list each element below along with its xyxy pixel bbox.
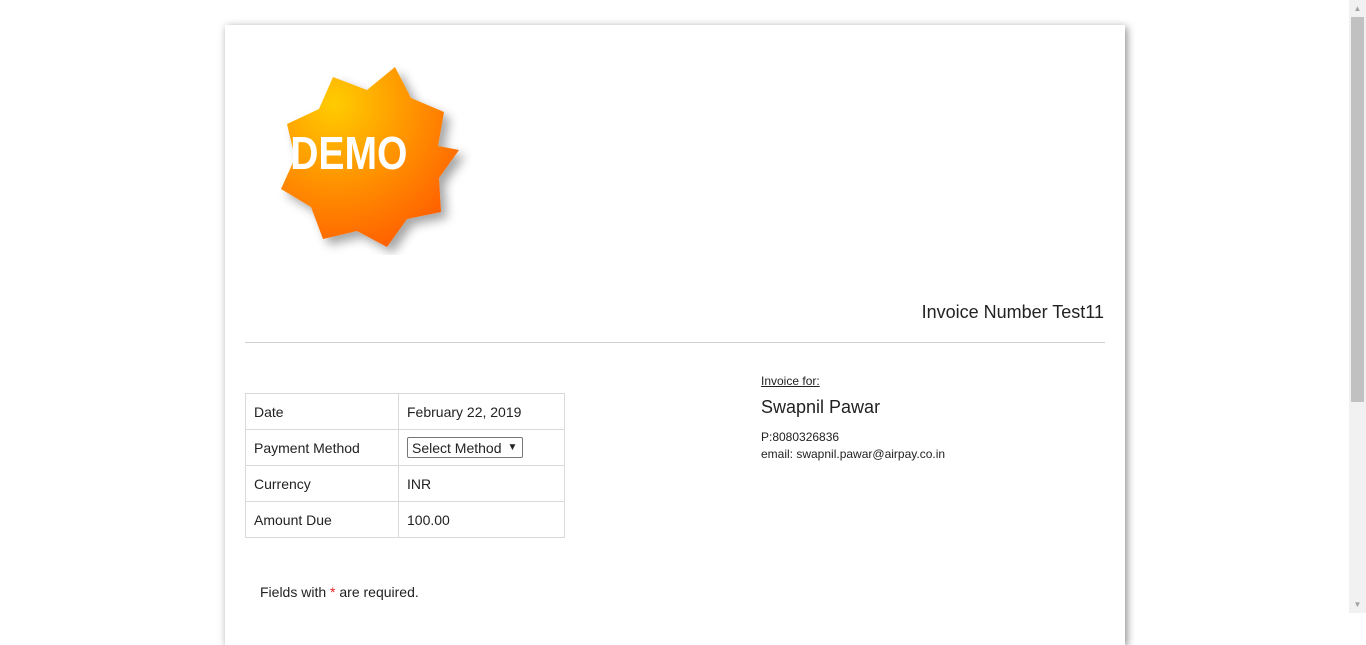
- invoice-number: Invoice Number Test11: [921, 302, 1104, 322]
- header-divider: [245, 342, 1105, 343]
- amount-due-value: 100.00: [398, 501, 565, 538]
- payment-method-selected: Select Method: [412, 439, 502, 456]
- amount-due-label: Amount Due: [245, 501, 399, 538]
- required-note-suffix: are required.: [335, 584, 419, 600]
- required-note-prefix: Fields with: [260, 584, 331, 600]
- invoice-page: DEMO Invoice Number Test11 Date February…: [225, 25, 1125, 645]
- table-row: Currency INR: [245, 465, 565, 502]
- table-row: Payment Method Select Method ▼: [245, 429, 565, 466]
- demo-logo: DEMO: [263, 55, 483, 255]
- payment-method-label: Payment Method: [245, 429, 399, 466]
- date-value: February 22, 2019: [398, 393, 565, 430]
- demo-logo-text: DEMO: [290, 128, 407, 180]
- scroll-down-icon[interactable]: ▼: [1349, 596, 1366, 613]
- payment-method-cell: Select Method ▼: [398, 429, 565, 466]
- scrollbar-thumb[interactable]: [1351, 17, 1364, 402]
- customer-name: Swapnil Pawar: [761, 397, 881, 417]
- customer-phone: P:8080326836: [761, 430, 840, 444]
- date-label: Date: [245, 393, 399, 430]
- customer-email: email: swapnil.pawar@airpay.co.in: [761, 447, 946, 461]
- invoice-details-table: Date February 22, 2019 Payment Method Se…: [245, 393, 565, 538]
- bill-to-heading: Invoice for:: [761, 374, 820, 388]
- payment-method-select[interactable]: Select Method ▼: [407, 437, 524, 458]
- demo-badge-icon: DEMO: [281, 67, 459, 247]
- required-fields-note: Fields with * are required.: [260, 584, 419, 600]
- table-row: Date February 22, 2019: [245, 393, 565, 430]
- bill-to-section: Invoice for: Swapnil Pawar P:8080326836 …: [761, 374, 945, 463]
- vertical-scrollbar[interactable]: ▲ ▼: [1349, 0, 1366, 613]
- currency-label: Currency: [245, 465, 399, 502]
- currency-value: INR: [398, 465, 565, 502]
- dropdown-arrow-icon: ▼: [507, 442, 518, 453]
- scroll-up-icon[interactable]: ▲: [1349, 0, 1366, 17]
- table-row: Amount Due 100.00: [245, 501, 565, 538]
